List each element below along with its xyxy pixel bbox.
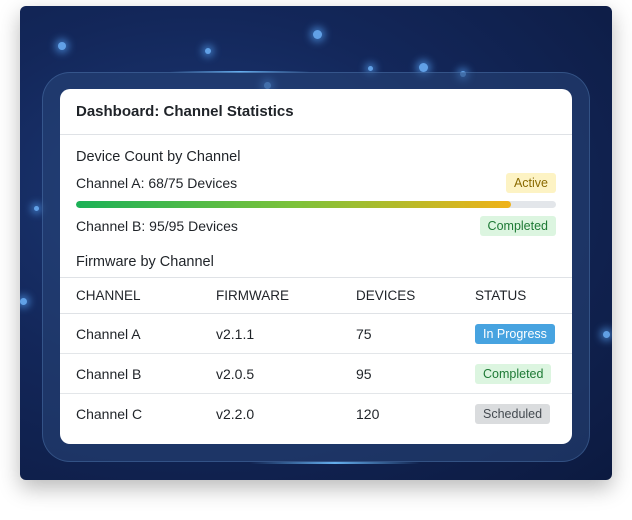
channel-b-status-badge: Completed bbox=[479, 216, 556, 236]
column-header-status: STATUS bbox=[475, 277, 572, 314]
channel-a-count-label: Channel A: 68/75 Devices bbox=[76, 175, 238, 191]
cell-channel: Channel C bbox=[76, 405, 143, 422]
firmware-title: Firmware by Channel bbox=[76, 254, 214, 270]
cell-status: Completed bbox=[475, 353, 572, 394]
cell-status: In Progress bbox=[475, 313, 572, 354]
cell-channel: Channel A bbox=[60, 313, 216, 354]
glow-dot bbox=[603, 331, 610, 338]
glow-dot bbox=[313, 30, 322, 39]
device-count-title: Device Count by Channel bbox=[76, 149, 241, 165]
column-header-devices: DEVICES bbox=[356, 277, 475, 314]
channel-a-progress-bar bbox=[76, 201, 556, 208]
channel-b-count-label: Channel B: 95/95 Devices bbox=[76, 218, 238, 234]
column-header-firmware: FIRMWARE bbox=[216, 277, 356, 314]
glow-dot bbox=[34, 206, 39, 211]
glow-dot bbox=[419, 63, 428, 72]
glow-dot bbox=[58, 42, 66, 50]
cell-status: Scheduled bbox=[475, 394, 572, 434]
cell-devices: 120 bbox=[356, 405, 380, 422]
table-row: Channel A v2.1.1 75 In Progress bbox=[60, 313, 572, 354]
dashboard-title: Dashboard: Channel Statistics bbox=[60, 89, 572, 135]
table-row: Channel B v2.0.5 95 Completed bbox=[60, 353, 572, 394]
cell-devices: 75 bbox=[356, 313, 475, 354]
glow-dot bbox=[205, 48, 211, 54]
dashboard-card: Dashboard: Channel Statistics Device Cou… bbox=[60, 89, 572, 444]
status-badge: Completed bbox=[475, 363, 552, 384]
channel-a-status-badge: Active bbox=[505, 173, 556, 193]
cell-firmware: v2.0.5 bbox=[216, 353, 356, 394]
cell-firmware: v2.1.1 bbox=[216, 313, 356, 354]
glow-dot bbox=[20, 298, 27, 305]
cell-firmware: v2.2.0 bbox=[216, 405, 255, 422]
status-badge: Scheduled bbox=[475, 403, 551, 424]
column-header-channel: CHANNEL bbox=[60, 277, 216, 314]
glow-dot bbox=[368, 66, 373, 71]
light-streak bbox=[250, 462, 420, 464]
channel-b-count-row: Channel B: 95/95 Devices Completed bbox=[76, 214, 556, 238]
cell-channel: Channel B bbox=[60, 353, 216, 394]
table-header-row: CHANNEL FIRMWARE DEVICES STATUS bbox=[60, 277, 572, 314]
firmware-table: CHANNEL FIRMWARE DEVICES STATUS Channel … bbox=[60, 277, 572, 433]
channel-a-progress-fill bbox=[76, 201, 512, 208]
cell-devices: 95 bbox=[356, 353, 475, 394]
channel-a-count-row: Channel A: 68/75 Devices Active bbox=[76, 171, 556, 195]
status-badge: In Progress bbox=[475, 323, 555, 344]
table-row: Channel C v2.2.0 120 Scheduled bbox=[60, 394, 572, 434]
